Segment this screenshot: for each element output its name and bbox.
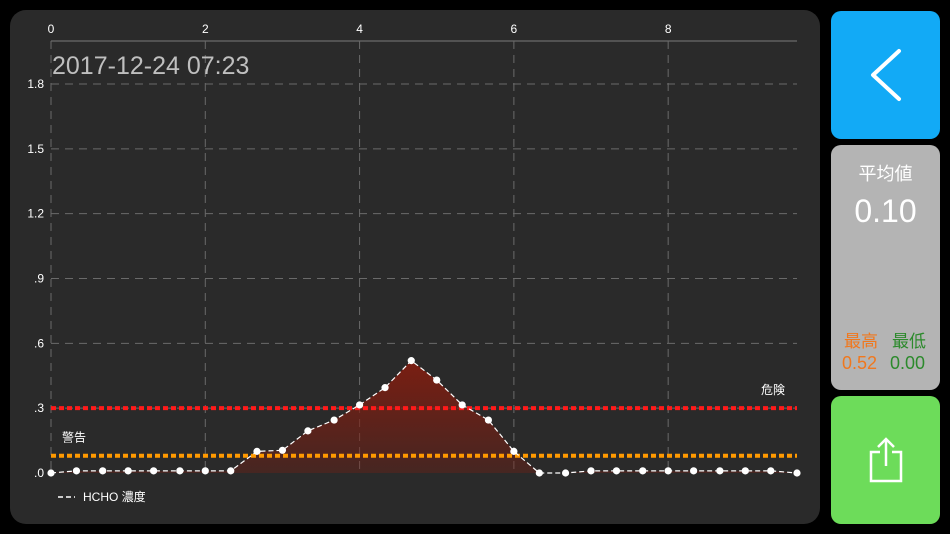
- max-label: 最高: [844, 332, 878, 351]
- min-label: 最低: [892, 332, 926, 351]
- data-point: [458, 401, 466, 409]
- danger-limit-label: 危険: [761, 383, 785, 397]
- x-tick-label: 6: [511, 22, 518, 36]
- data-point: [484, 416, 493, 424]
- share-icon: [869, 437, 903, 483]
- data-point: [741, 467, 749, 475]
- data-point: [407, 357, 415, 365]
- data-point: [150, 467, 158, 475]
- x-tick-label: 4: [356, 22, 363, 36]
- data-point: [664, 467, 672, 475]
- data-point: [535, 469, 543, 477]
- data-point: [510, 447, 518, 455]
- data-point: [99, 467, 107, 475]
- y-tick-label: .3: [34, 401, 44, 415]
- data-point: [253, 447, 261, 455]
- chart-panel: 危険警告 0 2 4 6 8 .0 .3 .6 .9 1.2 1.5 1.8 HCHO 濃度 2017…: [10, 10, 820, 524]
- data-point: [227, 467, 235, 475]
- chevron-left-icon: [871, 49, 901, 101]
- max-value: 0.52: [842, 353, 878, 373]
- x-tick-label: 2: [202, 22, 209, 36]
- data-point: [330, 416, 338, 424]
- legend-label: HCHO 濃度: [83, 489, 146, 504]
- data-point: [561, 469, 570, 477]
- y-tick-label: 1.5: [27, 142, 44, 156]
- x-tick-label: 8: [665, 22, 672, 36]
- data-point: [639, 467, 647, 475]
- data-point: [433, 376, 441, 384]
- data-point: [612, 467, 621, 475]
- timestamp-label: 2017-12-24 07:23: [52, 52, 250, 80]
- x-tick-label: 0: [48, 22, 55, 36]
- y-tick-label: .9: [34, 272, 44, 286]
- stats-panel: 平均値 0.10 最高 最低 0.52 0.00: [831, 145, 940, 390]
- y-tick-label: 1.8: [27, 77, 44, 91]
- data-point: [47, 469, 55, 477]
- min-value: 0.00: [890, 353, 926, 373]
- data-point: [690, 467, 698, 475]
- data-point: [355, 401, 364, 409]
- data-point: [304, 427, 312, 435]
- warning-limit-label: 警告: [62, 430, 86, 445]
- back-button[interactable]: [831, 11, 940, 139]
- y-tick-label: 1.2: [27, 207, 44, 221]
- share-button[interactable]: [831, 396, 940, 524]
- y-tick-label: .0: [34, 466, 44, 480]
- data-point: [201, 467, 209, 475]
- data-point: [381, 384, 389, 392]
- hcho-chart: 危険警告 0 2 4 6 8 .0 .3 .6 .9 1.2 1.5 1.8 HCHO 濃度: [27, 22, 801, 504]
- data-point: [767, 467, 775, 475]
- average-label: 平均値: [858, 164, 913, 184]
- data-point: [278, 446, 287, 454]
- data-point: [72, 467, 81, 475]
- data-point: [793, 469, 801, 477]
- data-point: [124, 467, 132, 475]
- chart-legend: HCHO 濃度: [58, 489, 146, 504]
- data-point: [176, 467, 184, 475]
- average-value: 0.10: [854, 193, 917, 229]
- data-point: [587, 467, 595, 475]
- y-tick-label: .6: [34, 336, 44, 350]
- data-point: [716, 467, 724, 475]
